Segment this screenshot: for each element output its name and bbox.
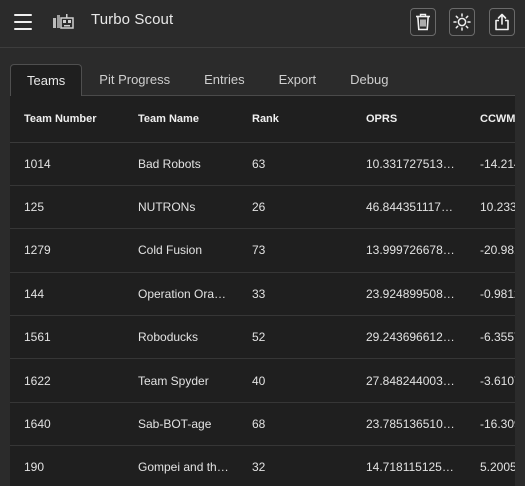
column-header-team-name[interactable]: Team Name — [124, 96, 238, 143]
cell-rank: 52 — [238, 315, 352, 360]
robot-logo-icon — [53, 14, 74, 29]
cell-ccwms: -3.6107 — [466, 358, 515, 403]
table-row[interactable]: 1640 Sab-BOT-age 68 23.785136510… -16.30… — [10, 402, 515, 447]
cell-team-number: 1279 — [10, 228, 124, 273]
cell-oprs: 14.718115125… — [352, 445, 466, 486]
cell-team-name: Roboducks — [124, 315, 238, 360]
cell-rank: 73 — [238, 228, 352, 273]
trash-icon — [416, 13, 430, 31]
table-row[interactable]: 1622 Team Spyder 40 27.848244003… -3.610… — [10, 358, 515, 403]
share-icon — [495, 13, 509, 31]
cell-team-name: Sab-BOT-age — [124, 402, 238, 447]
cell-oprs: 10.331727513… — [352, 142, 466, 186]
cell-ccwms: -16.309 — [466, 402, 515, 447]
cell-ccwms: -6.3557 — [466, 315, 515, 360]
share-button[interactable] — [489, 8, 515, 36]
tab-export[interactable]: Export — [262, 63, 334, 96]
cell-team-name: Gompei and th… — [124, 445, 238, 486]
cell-oprs: 23.785136510… — [352, 402, 466, 447]
teams-table: Team Number Team Name Rank OPRS CCWMS 10… — [10, 96, 515, 486]
theme-toggle-button[interactable] — [449, 8, 475, 36]
teams-table-container[interactable]: Team Number Team Name Rank OPRS CCWMS 10… — [10, 96, 515, 486]
tab-debug[interactable]: Debug — [333, 63, 405, 96]
cell-team-number: 1561 — [10, 315, 124, 360]
sun-icon — [453, 13, 471, 31]
column-header-rank[interactable]: Rank — [238, 96, 352, 143]
cell-team-name: Bad Robots — [124, 142, 238, 186]
cell-ccwms: 5.2005 — [466, 445, 515, 486]
cell-team-number: 1014 — [10, 142, 124, 186]
tab-entries[interactable]: Entries — [187, 63, 261, 96]
cell-team-name: Team Spyder — [124, 358, 238, 403]
cell-team-name: Cold Fusion — [124, 228, 238, 273]
cell-ccwms: -14.214 — [466, 142, 515, 186]
table-row[interactable]: 144 Operation Ora… 33 23.924899508… -0.9… — [10, 272, 515, 317]
tab-pit-progress[interactable]: Pit Progress — [82, 63, 187, 96]
delete-button[interactable] — [410, 8, 436, 36]
app-title: Turbo Scout — [91, 11, 174, 28]
app-bar: Turbo Scout — [0, 0, 525, 48]
cell-ccwms: -0.9812 — [466, 272, 515, 317]
cell-rank: 40 — [238, 358, 352, 403]
column-header-ccwms[interactable]: CCWMS — [466, 96, 515, 143]
table-row[interactable]: 1279 Cold Fusion 73 13.999726678… -20.98… — [10, 228, 515, 273]
cell-oprs: 27.848244003… — [352, 358, 466, 403]
cell-oprs: 29.243696612… — [352, 315, 466, 360]
cell-rank: 26 — [238, 185, 352, 230]
cell-rank: 33 — [238, 272, 352, 317]
tab-teams[interactable]: Teams — [10, 64, 83, 97]
column-header-team-number[interactable]: Team Number — [10, 96, 124, 143]
cell-ccwms: 10.233 — [466, 185, 515, 230]
cell-team-number: 144 — [10, 272, 124, 317]
cell-team-number: 125 — [10, 185, 124, 230]
cell-rank: 32 — [238, 445, 352, 486]
table-row[interactable]: 125 NUTRONs 26 46.844351117… 10.233 — [10, 185, 515, 230]
table-row[interactable]: 1014 Bad Robots 63 10.331727513… -14.214 — [10, 142, 515, 186]
cell-rank: 63 — [238, 142, 352, 186]
cell-oprs: 46.844351117… — [352, 185, 466, 230]
table-row[interactable]: 190 Gompei and th… 32 14.718115125… 5.20… — [10, 445, 515, 486]
column-header-oprs[interactable]: OPRS — [352, 96, 466, 143]
cell-team-name: Operation Ora… — [124, 272, 238, 317]
hamburger-menu-icon[interactable] — [12, 12, 34, 32]
cell-rank: 68 — [238, 402, 352, 447]
table-header-row: Team Number Team Name Rank OPRS CCWMS — [10, 96, 515, 143]
cell-ccwms: -20.981 — [466, 228, 515, 273]
cell-oprs: 23.924899508… — [352, 272, 466, 317]
cell-team-number: 1640 — [10, 402, 124, 447]
cell-team-number: 190 — [10, 445, 124, 486]
cell-team-number: 1622 — [10, 358, 124, 403]
cell-oprs: 13.999726678… — [352, 228, 466, 273]
tab-bar: Teams Pit Progress Entries Export Debug — [10, 63, 515, 97]
cell-team-name: NUTRONs — [124, 185, 238, 230]
table-row[interactable]: 1561 Roboducks 52 29.243696612… -6.3557 — [10, 315, 515, 360]
